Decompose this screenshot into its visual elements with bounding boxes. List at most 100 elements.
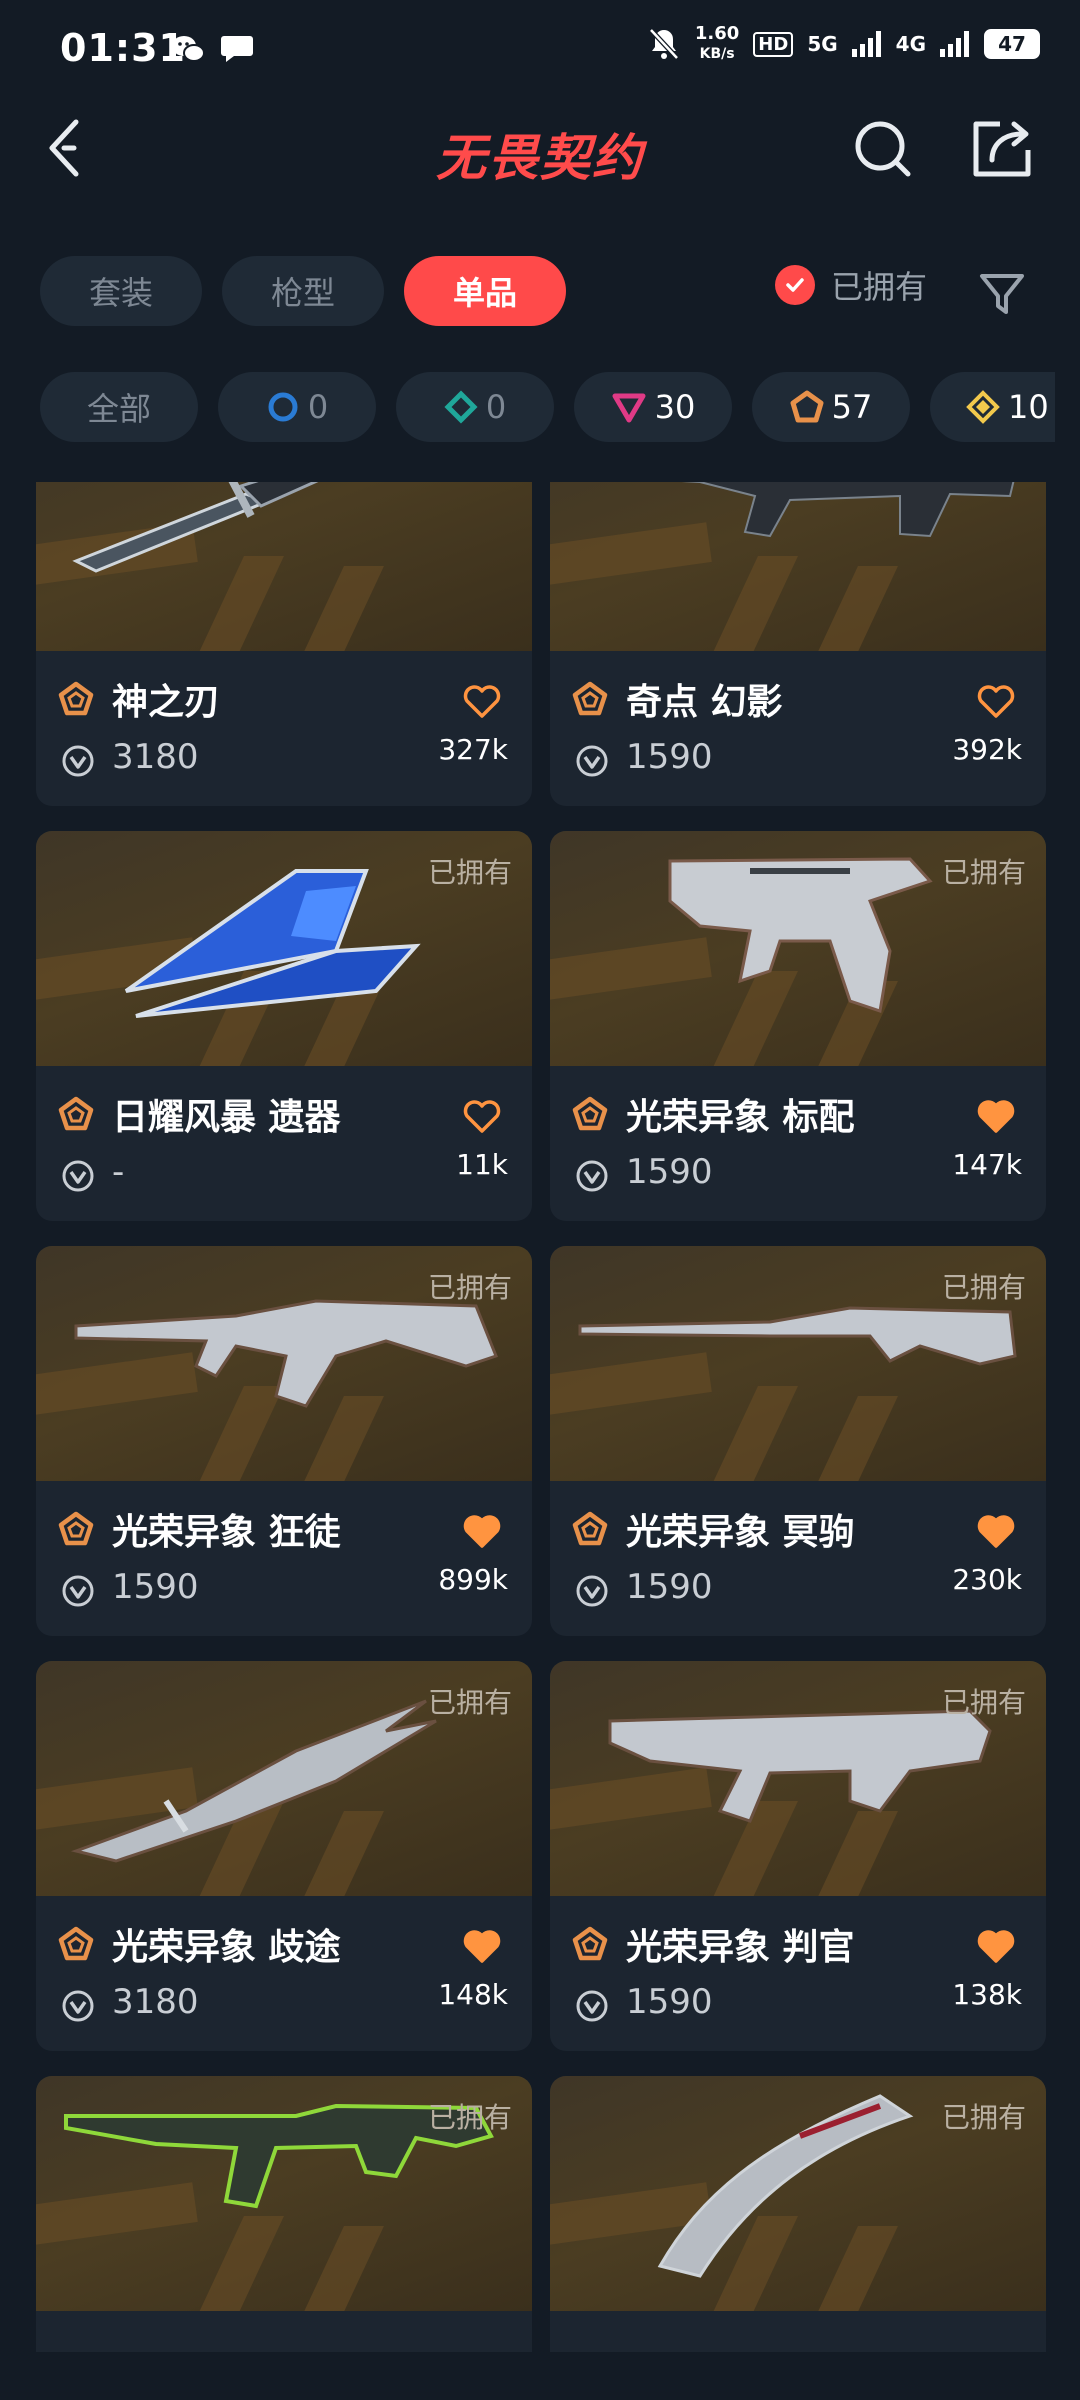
item-price: - [112, 1152, 125, 1192]
filter-funnel-icon[interactable] [978, 270, 1026, 318]
chip-count: 0 [307, 388, 329, 426]
item-card[interactable]: 已拥有 光荣异象 冥驹 1590 230k [550, 1246, 1046, 1636]
chip-label: 全部 [86, 390, 151, 428]
checkmark-icon [775, 265, 815, 305]
item-info: 光荣异象 标配 1590 147k [550, 1066, 1046, 1221]
signal-5g: 5G [807, 32, 838, 56]
item-price: 1590 [626, 737, 713, 777]
status-right-icons: 1.60 KB/s HD 5G 4G 47 [647, 24, 1040, 64]
chip-count: 57 [831, 388, 873, 426]
vp-currency-icon [576, 1575, 608, 1607]
item-card[interactable]: 已拥有 日耀风暴 遗器 - 11k [36, 831, 532, 1221]
ultra-tier-icon [966, 390, 1000, 424]
exclusive-tier-icon [572, 681, 608, 716]
chip-select-tier[interactable]: 0 [218, 372, 376, 442]
battery-indicator: 47 [984, 29, 1040, 59]
vp-currency-icon [576, 1160, 608, 1192]
chip-premium-tier[interactable]: 30 [574, 372, 732, 442]
premium-tier-icon [612, 393, 646, 423]
item-image: 已拥有 [550, 2076, 1046, 2311]
chip-deluxe-tier[interactable]: 0 [396, 372, 554, 442]
exclusive-tier-icon [58, 1511, 94, 1546]
heart-filled-icon[interactable] [976, 1928, 1016, 1964]
signal-bars-icon [940, 31, 969, 57]
chip-ultra-tier[interactable]: 10 [930, 372, 1055, 442]
vp-currency-icon [576, 1990, 608, 2022]
status-app-icons [170, 32, 254, 66]
item-likes: 230k [952, 1563, 1022, 1596]
item-card[interactable]: 已拥有 神之刃 3180 327k [36, 482, 532, 806]
item-name: 日耀风暴 遗器 [112, 1097, 341, 1138]
exclusive-tier-icon [572, 1926, 608, 1961]
share-icon[interactable] [970, 116, 1034, 180]
owned-tag: 已拥有 [941, 1271, 1026, 1304]
heart-outline-icon[interactable] [462, 683, 502, 719]
item-card[interactable]: 已拥有 光荣异象 判官 1590 138k [550, 1661, 1046, 2051]
heart-filled-icon[interactable] [462, 1928, 502, 1964]
exclusive-tier-icon [572, 1511, 608, 1546]
owned-tag: 已拥有 [941, 1686, 1026, 1719]
item-card[interactable]: 已拥有 奇点 幻影 1590 392k [550, 482, 1046, 806]
chip-count: 30 [654, 388, 696, 426]
owned-tag: 已拥有 [941, 2101, 1026, 2134]
item-likes: 148k [438, 1978, 508, 2011]
deluxe-tier-icon [444, 390, 478, 424]
chip-exclusive-tier[interactable]: 57 [752, 372, 910, 442]
item-info: 奇点 幻影 1590 392k [550, 651, 1046, 806]
page-title: 无畏契约 [436, 129, 644, 187]
weapon-skin-image [681, 482, 1015, 538]
item-image: 已拥有 [36, 1661, 532, 1896]
heart-filled-icon[interactable] [976, 1098, 1016, 1134]
item-likes: 11k [456, 1148, 508, 1181]
signal-bars-icon [851, 31, 881, 57]
item-likes: 147k [952, 1148, 1022, 1181]
hd-badge: HD [753, 31, 794, 57]
network-speed: 1.60 KB/s [694, 23, 740, 63]
select-tier-icon [268, 392, 298, 422]
chip-count: 10 [1008, 388, 1049, 426]
item-name: 光荣异象 冥驹 [626, 1512, 855, 1553]
item-likes: 327k [438, 733, 508, 766]
heart-filled-icon[interactable] [976, 1513, 1016, 1549]
bottom-spacer [0, 2352, 1080, 2400]
item-name: 奇点 幻影 [626, 682, 783, 723]
item-price: 1590 [112, 1567, 199, 1607]
mute-bell-icon [649, 28, 679, 60]
item-info: 日耀风暴 遗器 - 11k [36, 1066, 532, 1221]
item-image: 已拥有 [550, 1661, 1046, 1896]
item-card[interactable]: 已拥有 光荣异象 歧途 3180 148k [36, 1661, 532, 2051]
item-card[interactable]: 已拥有 光荣异象 标配 1590 147k [550, 831, 1046, 1221]
item-likes: 392k [952, 733, 1022, 766]
tab-bundles[interactable]: 套装 [40, 256, 202, 326]
tab-single-items[interactable]: 单品 [404, 256, 566, 326]
owned-tag: 已拥有 [427, 2101, 512, 2134]
item-image: 已拥有 [36, 831, 532, 1066]
item-likes: 899k [438, 1563, 508, 1596]
heart-filled-icon[interactable] [462, 1513, 502, 1549]
search-icon[interactable] [852, 116, 916, 180]
vp-currency-icon [62, 1575, 94, 1607]
owned-tag: 已拥有 [427, 856, 512, 889]
item-image: 已拥有 [36, 1246, 532, 1481]
item-grid: 已拥有 神之刃 3180 327k 已拥有 奇点 幻影 1590 392k [0, 482, 1080, 2352]
item-card[interactable]: 已拥有 [550, 2076, 1046, 2352]
tab-weapon-types[interactable]: 枪型 [222, 256, 384, 326]
item-info: 光荣异象 冥驹 1590 230k [550, 1481, 1046, 1636]
owned-filter-toggle[interactable]: 已拥有 [775, 262, 927, 308]
item-name: 神之刃 [112, 682, 221, 723]
item-card[interactable]: 已拥有 光荣异象 狂徒 1590 899k [36, 1246, 532, 1636]
exclusive-tier-icon [58, 1926, 94, 1961]
owned-tag: 已拥有 [427, 1686, 512, 1719]
item-info: 光荣异象 狂徒 1590 899k [36, 1481, 532, 1636]
item-card[interactable]: 已拥有 [36, 2076, 532, 2352]
chip-all[interactable]: 全部 [40, 372, 198, 442]
item-likes: 138k [952, 1978, 1022, 2011]
item-info: 光荣异象 歧途 3180 148k [36, 1896, 532, 2051]
heart-outline-icon[interactable] [462, 1098, 502, 1134]
chip-count: 0 [485, 388, 507, 426]
exclusive-tier-icon [58, 681, 94, 716]
vp-currency-icon [62, 1160, 94, 1192]
message-icon [221, 36, 253, 62]
vp-currency-icon [62, 745, 94, 777]
heart-outline-icon[interactable] [976, 683, 1016, 719]
